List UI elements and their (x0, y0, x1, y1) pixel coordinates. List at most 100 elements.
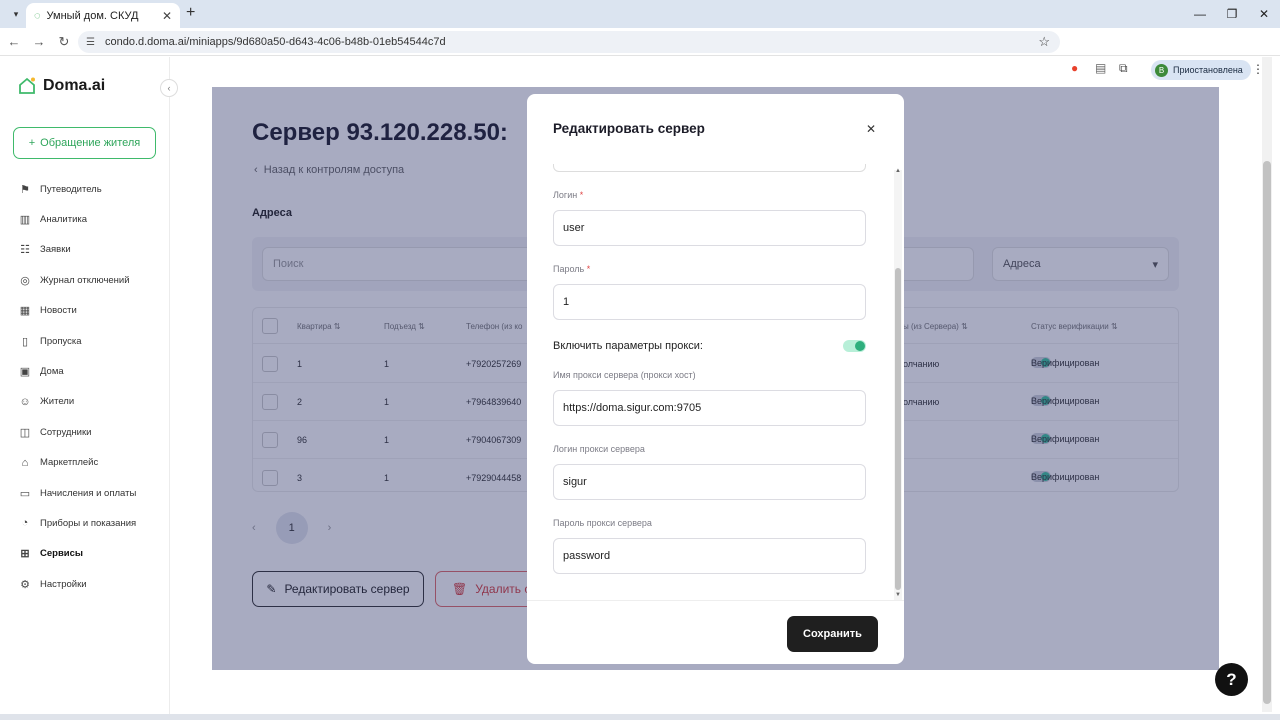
tab-close-icon[interactable]: ✕ (162, 9, 172, 23)
login-input[interactable] (553, 210, 866, 246)
tab-favicon-icon: ◌ (34, 9, 41, 22)
window-controls: — ❐ ✕ (1184, 0, 1280, 28)
proxy-host-input[interactable] (553, 390, 866, 426)
profile-chip[interactable]: В Приостановлена (1151, 60, 1251, 80)
proxy-toggle-switch[interactable] (843, 340, 866, 352)
page-scrollbar[interactable] (1262, 57, 1272, 712)
save-button[interactable]: Сохранить (787, 616, 878, 652)
sidebar-item-label: Жители (40, 396, 75, 408)
journal-icon: ◎ (20, 274, 30, 287)
list-icon: ☷ (20, 244, 30, 257)
bar-chart-icon: ▥ (19, 214, 31, 227)
scroll-up-icon[interactable]: ▲ (895, 168, 901, 174)
address-bar[interactable]: ☰ condo.d.doma.ai/miniapps/9d680a50-d643… (78, 31, 1060, 53)
tab-title: Умный дом. СКУД (46, 9, 139, 22)
sidebar-item-marketplace[interactable]: ⌂ Маркетплейс (18, 448, 136, 478)
news-icon: ▦ (19, 305, 31, 318)
reload-icon[interactable]: ↻ (53, 34, 75, 50)
page-scrollbar-thumb[interactable] (1263, 161, 1271, 704)
proxy-password-input[interactable] (553, 538, 866, 574)
plus-icon: + (28, 137, 36, 149)
new-tab-icon[interactable]: + (186, 4, 195, 22)
signpost-icon: ⚑ (20, 183, 30, 196)
proxy-login-label: Логин прокси сервера (553, 444, 645, 454)
reader-extension-icon[interactable]: ▤ (1095, 61, 1106, 75)
employees-icon: ◫ (19, 426, 31, 439)
sidebar-item-label: Пропуска (40, 335, 82, 347)
sidebar-item-label: Начисления и оплаты (40, 487, 137, 499)
wallet-icon: ▭ (19, 487, 31, 500)
edit-server-modal: Редактировать сервер ✕ Логин * Пароль * … (527, 94, 904, 664)
profile-label: Приостановлена (1173, 65, 1243, 75)
modal-title: Редактировать сервер (553, 121, 705, 136)
sidebar-item-services[interactable]: ⊞ Сервисы (18, 539, 136, 569)
sidebar-item-guide[interactable]: ⚑ Путеводитель (18, 174, 136, 204)
help-button[interactable]: ? (1215, 663, 1248, 696)
sidebar-item-meters[interactable]: ◔ Приборы и показания (18, 508, 136, 538)
sidebar-item-buildings[interactable]: ▣ Дома (18, 356, 136, 386)
scroll-down-icon[interactable]: ▼ (895, 592, 901, 598)
sidebar-item-label: Заявки (40, 244, 71, 256)
back-arrow-icon[interactable]: ← (3, 34, 25, 49)
residents-icon: ☺ (19, 395, 31, 408)
sidebar-item-label: Дома (40, 366, 64, 378)
sidebar-item-label: Аналитика (40, 214, 88, 226)
proxy-login-input[interactable] (553, 464, 866, 500)
url-text: condo.d.doma.ai/miniapps/9d680a50-d643-4… (104, 36, 446, 48)
forward-arrow-icon[interactable]: → (28, 34, 50, 49)
yandex-extension-icon[interactable]: ● (1071, 61, 1078, 75)
proxy-password-label: Пароль прокси сервера (553, 518, 652, 528)
proxy-host-label: Имя прокси сервера (прокси хост) (553, 370, 696, 380)
window-close-icon[interactable]: ✕ (1248, 0, 1280, 28)
browser-tab[interactable]: ◌ Умный дом. СКУД ✕ (26, 3, 180, 28)
modal-scrollbar-thumb[interactable] (895, 268, 901, 590)
modal-body: Логин * Пароль * Включить параметры прок… (527, 164, 904, 594)
sidebar-item-news[interactable]: ▦ Новости (18, 296, 136, 326)
gear-icon: ⚙ (20, 578, 30, 591)
sidebar-item-employees[interactable]: ◫ Сотрудники (18, 417, 136, 447)
building-icon: ▣ (19, 366, 31, 379)
extensions-puzzle-icon[interactable]: ⧉ (1119, 61, 1128, 76)
bookmark-star-icon[interactable]: ☆ (1038, 34, 1050, 50)
logo-text: Doma.ai (43, 77, 106, 94)
taskbar-edge (0, 714, 1280, 720)
tab-search-icon[interactable]: ▾ (6, 4, 26, 24)
meter-icon: ◔ (21, 517, 29, 530)
marketplace-icon: ⌂ (21, 456, 29, 469)
logo[interactable]: Doma.ai (18, 77, 105, 95)
resident-appeal-button[interactable]: + Обращение жителя (13, 127, 156, 159)
sidebar-item-residents[interactable]: ☺ Жители (18, 387, 136, 417)
browser-tab-bar: ▾ ◌ Умный дом. СКУД ✕ + — ❐ ✕ (0, 0, 1280, 28)
sidebar-collapse-button[interactable]: ‹ (160, 79, 178, 97)
previous-field[interactable] (553, 164, 866, 172)
sidebar-item-label: Сотрудники (40, 426, 92, 438)
login-label: Логин * (553, 190, 584, 200)
sidebar-item-label: Путеводитель (40, 183, 102, 195)
sidebar-item-label: Новости (40, 305, 77, 317)
sidebar-item-label: Сервисы (40, 548, 84, 560)
sidebar-item-label: Приборы и показания (40, 517, 137, 529)
modal-close-icon[interactable]: ✕ (866, 122, 876, 136)
sidebar-item-label: Настройки (40, 578, 87, 590)
sidebar-item-label: Маркетплейс (40, 457, 99, 469)
site-settings-icon[interactable]: ☰ (86, 37, 95, 48)
modal-footer: Сохранить (527, 600, 904, 664)
house-logo-icon (19, 77, 35, 94)
resident-appeal-label: Обращение жителя (40, 137, 141, 149)
minimize-icon[interactable]: — (1184, 0, 1216, 28)
sidebar-item-tickets[interactable]: ☷ Заявки (18, 235, 136, 265)
password-input[interactable] (553, 284, 866, 320)
restore-icon[interactable]: ❐ (1216, 0, 1248, 28)
sidebar-item-billing[interactable]: ▭ Начисления и оплаты (18, 478, 136, 508)
services-icon: ⊞ (20, 548, 30, 561)
sidebar-item-passes[interactable]: ▯ Пропуска (18, 326, 136, 356)
sidebar-item-analytics[interactable]: ▥ Аналитика (18, 204, 136, 234)
browser-toolbar: ← → ↻ ☰ condo.d.doma.ai/miniapps/9d680a5… (0, 28, 1280, 80)
sidebar-menu: ⚑ Путеводитель ▥ Аналитика ☷ Заявки ◎ Журнал… (18, 174, 136, 599)
sidebar-item-outages[interactable]: ◎ Журнал отключений (18, 265, 136, 295)
sidebar: Doma.ai ‹ + Обращение жителя ⚑ Путеводите… (0, 57, 178, 720)
sidebar-item-settings[interactable]: ⚙ Настройки (18, 569, 136, 599)
modal-scrollbar[interactable]: ▲ ▼ (894, 168, 902, 600)
pass-icon: ▯ (21, 335, 29, 348)
password-label: Пароль * (553, 264, 591, 274)
